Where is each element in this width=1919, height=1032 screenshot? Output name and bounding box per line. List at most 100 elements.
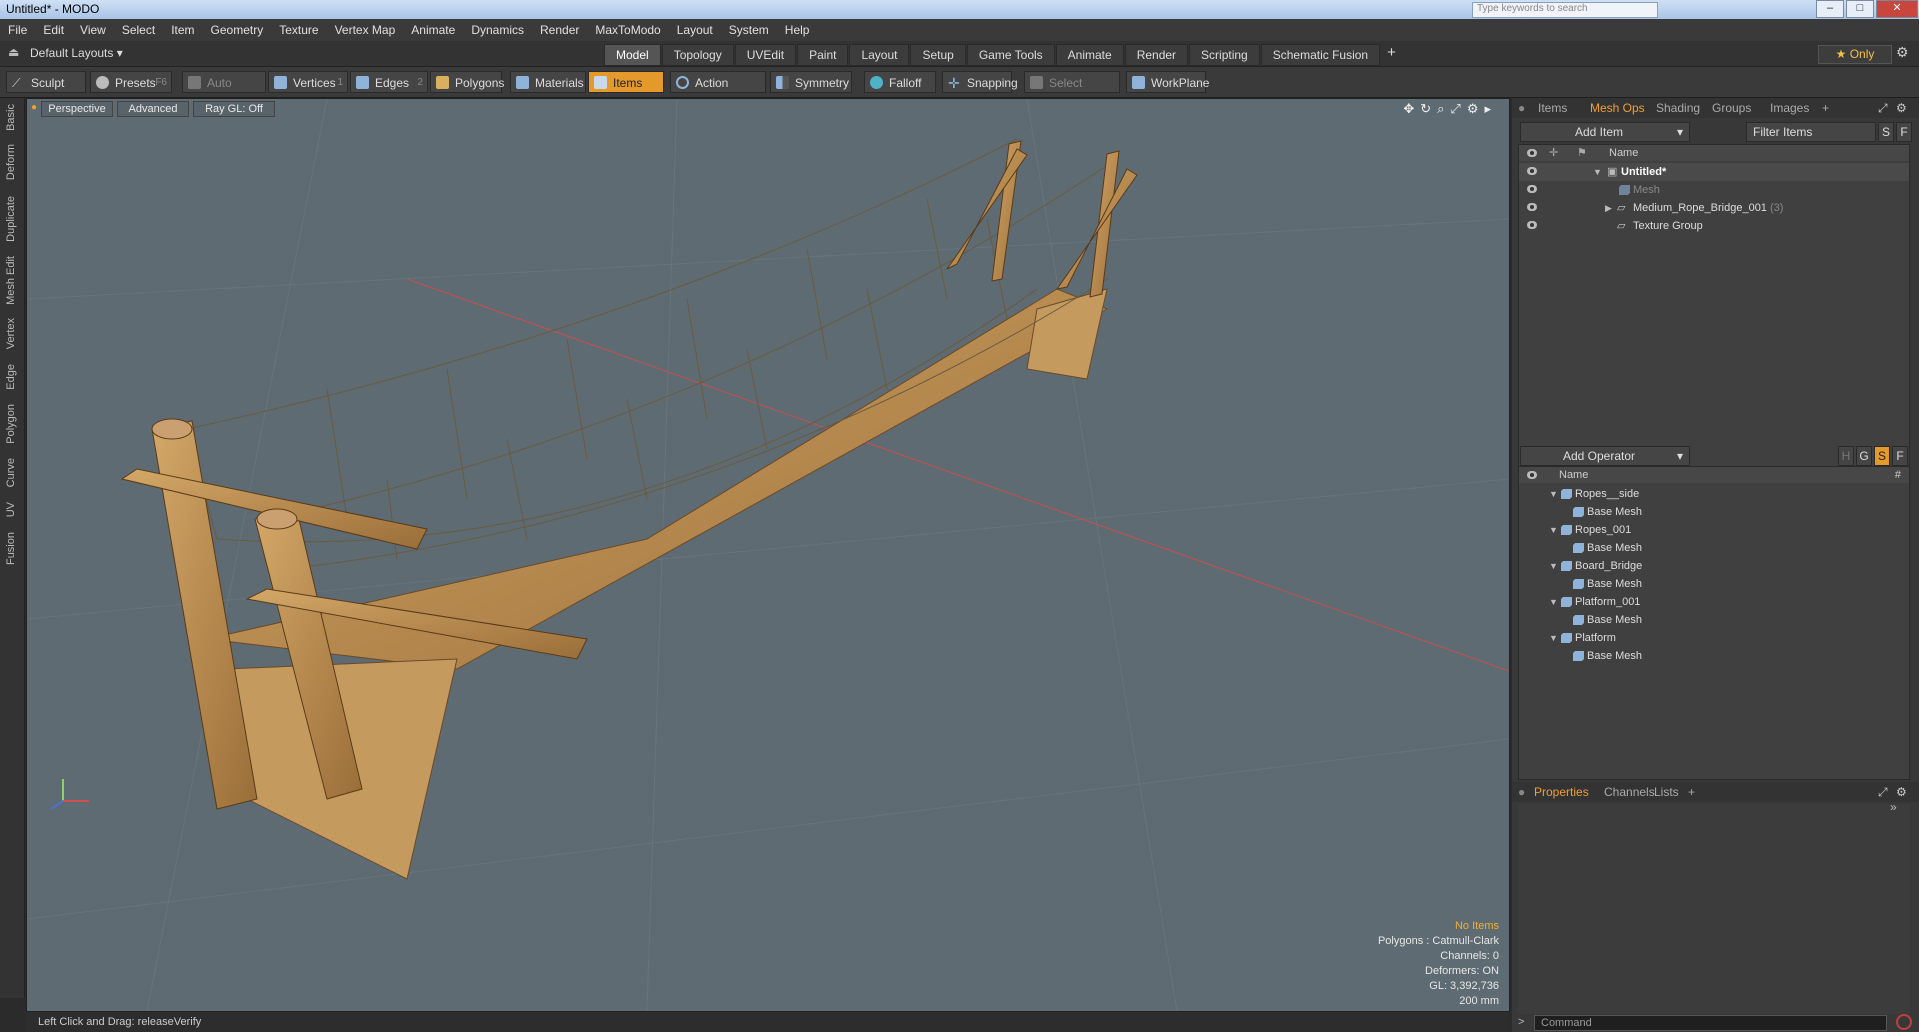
- search-input[interactable]: Type keywords to search: [1472, 2, 1658, 18]
- meshop-row[interactable]: ▼ Board_Bridge: [1519, 557, 1909, 575]
- list-item[interactable]: ▱ Texture Group: [1519, 217, 1909, 235]
- 3d-viewport[interactable]: ● Perspective Advanced Ray GL: Off ✥ ↻ ⌕…: [26, 98, 1510, 1012]
- tab-setup[interactable]: Setup: [910, 44, 966, 66]
- tab-polygon[interactable]: Polygon: [5, 404, 17, 444]
- visibility-eye-icon[interactable]: [1527, 221, 1537, 229]
- meshop-row[interactable]: ▼ Platform_001: [1519, 593, 1909, 611]
- visibility-eye-icon[interactable]: [1527, 185, 1537, 193]
- tab-topology[interactable]: Topology: [661, 44, 734, 66]
- menu-animate[interactable]: Animate: [403, 23, 463, 37]
- tab-mesh-edit[interactable]: Mesh Edit: [5, 256, 17, 305]
- auto-select-button[interactable]: Auto Select: [182, 71, 266, 112]
- menu-render[interactable]: Render: [532, 23, 587, 37]
- tab-basic[interactable]: Basic: [5, 104, 17, 131]
- tab-game-tools[interactable]: Game Tools: [966, 44, 1055, 66]
- menu-maxtomodo[interactable]: MaxToModo: [587, 23, 668, 37]
- tab-shading[interactable]: Shading: [1656, 101, 1700, 115]
- settings-gear-icon[interactable]: ⚙: [1896, 44, 1909, 61]
- advanced-dropdown[interactable]: Advanced: [117, 101, 189, 117]
- flag-h-toggle[interactable]: H: [1838, 446, 1854, 466]
- tab-lists[interactable]: Lists: [1654, 785, 1679, 799]
- tab-groups[interactable]: Groups: [1712, 101, 1751, 115]
- menu-system[interactable]: System: [721, 23, 777, 37]
- tab-edge[interactable]: Edge: [5, 364, 17, 390]
- menu-vertex-map[interactable]: Vertex Map: [327, 23, 404, 37]
- materials-button[interactable]: Materials: [510, 71, 586, 93]
- meshop-row[interactable]: Base Mesh: [1519, 575, 1909, 593]
- viewport-menu-icon[interactable]: ●: [31, 102, 37, 113]
- visibility-eye-icon[interactable]: [1527, 203, 1537, 211]
- menu-dynamics[interactable]: Dynamics: [463, 23, 532, 37]
- tab-layout[interactable]: Layout: [849, 44, 910, 66]
- minimize-button[interactable]: –: [1816, 0, 1844, 18]
- panel-gear-icon[interactable]: ⚙: [1896, 101, 1907, 115]
- flag-f-toggle[interactable]: F: [1892, 446, 1908, 466]
- add-panel-tab-button[interactable]: +: [1688, 785, 1695, 799]
- tab-animate[interactable]: Animate: [1055, 44, 1124, 66]
- filter-f-toggle[interactable]: F: [1896, 122, 1912, 142]
- menu-layout[interactable]: Layout: [669, 23, 721, 37]
- collapse-arrow-icon[interactable]: ▼: [1593, 163, 1602, 181]
- menu-select[interactable]: Select: [114, 23, 163, 37]
- items-button[interactable]: Items: [588, 71, 664, 93]
- move-icon[interactable]: ✥: [1403, 101, 1414, 117]
- zoom-icon[interactable]: ⌕: [1437, 101, 1444, 117]
- collapse-arrow-icon[interactable]: ▼: [1549, 629, 1558, 647]
- collapse-arrow-icon[interactable]: ▼: [1549, 485, 1558, 503]
- expand-properties-icon[interactable]: »: [1890, 800, 1897, 814]
- layout-arrow-icon[interactable]: ⏏: [8, 45, 19, 59]
- falloff-button[interactable]: Falloff: [864, 71, 936, 93]
- close-button[interactable]: ✕: [1876, 0, 1918, 18]
- tab-model[interactable]: Model: [604, 44, 661, 66]
- meshop-row[interactable]: Base Mesh: [1519, 611, 1909, 629]
- expand-arrow-icon[interactable]: ▶: [1605, 199, 1612, 217]
- menu-texture[interactable]: Texture: [271, 23, 326, 37]
- panel-expand-icon[interactable]: ⤢: [1878, 785, 1888, 800]
- tab-properties[interactable]: Properties: [1534, 785, 1589, 799]
- menu-geometry[interactable]: Geometry: [203, 23, 272, 37]
- tab-fusion[interactable]: Fusion: [5, 532, 17, 565]
- workplane-button[interactable]: WorkPlane: [1126, 71, 1209, 93]
- collapse-arrow-icon[interactable]: ▼: [1549, 557, 1558, 575]
- list-item[interactable]: ▼ ▣ Untitled*: [1519, 163, 1909, 181]
- panel-menu-icon[interactable]: ●: [1518, 785, 1525, 799]
- list-item[interactable]: Mesh: [1519, 181, 1909, 199]
- tab-render[interactable]: Render: [1124, 44, 1189, 66]
- tab-scripting[interactable]: Scripting: [1189, 44, 1260, 66]
- expand-arrow-icon[interactable]: ▸: [1484, 101, 1491, 117]
- add-tab-button[interactable]: +: [1381, 44, 1402, 66]
- rotate-icon[interactable]: ↻: [1420, 101, 1431, 117]
- tab-paint[interactable]: Paint: [797, 44, 849, 66]
- flag-g-toggle[interactable]: G: [1856, 446, 1872, 466]
- action-center-button[interactable]: Action Center: [670, 71, 766, 112]
- select-through-button[interactable]: Select Through: [1024, 71, 1120, 112]
- meshop-row[interactable]: ▼ Ropes__side: [1519, 485, 1909, 503]
- meshop-row[interactable]: Base Mesh: [1519, 647, 1909, 665]
- panel-gear-icon[interactable]: ⚙: [1896, 785, 1907, 799]
- tab-schematic-fusion[interactable]: Schematic Fusion: [1260, 44, 1381, 66]
- meshop-row[interactable]: Base Mesh: [1519, 503, 1909, 521]
- tab-uv[interactable]: UV: [5, 502, 17, 517]
- meshop-row[interactable]: ▼ Ropes_001: [1519, 521, 1909, 539]
- snapping-button[interactable]: ✛ Snapping: [942, 71, 1018, 93]
- menu-edit[interactable]: Edit: [35, 23, 72, 37]
- menu-help[interactable]: Help: [777, 23, 818, 37]
- filter-s-toggle[interactable]: S: [1878, 122, 1894, 142]
- tab-items[interactable]: Items: [1538, 101, 1567, 115]
- tab-vertex[interactable]: Vertex: [5, 318, 17, 349]
- maximize-button[interactable]: □: [1846, 0, 1874, 18]
- edges-button[interactable]: Edges 2: [350, 71, 428, 93]
- collapse-arrow-icon[interactable]: ▼: [1549, 521, 1558, 539]
- tab-images[interactable]: Images: [1770, 101, 1809, 115]
- panel-menu-icon[interactable]: ●: [1518, 101, 1525, 115]
- record-icon[interactable]: [1896, 1014, 1912, 1030]
- visibility-eye-icon[interactable]: [1527, 167, 1537, 175]
- polygons-button[interactable]: Polygons: [430, 71, 504, 93]
- tab-duplicate[interactable]: Duplicate: [5, 196, 17, 242]
- only-button[interactable]: ★ Only: [1818, 45, 1892, 64]
- add-item-button[interactable]: Add Item ▾: [1520, 122, 1690, 142]
- menu-view[interactable]: View: [72, 23, 114, 37]
- menu-file[interactable]: File: [0, 23, 35, 37]
- tab-mesh-ops[interactable]: Mesh Ops: [1590, 101, 1645, 115]
- symmetry-button[interactable]: Symmetry: [770, 71, 852, 93]
